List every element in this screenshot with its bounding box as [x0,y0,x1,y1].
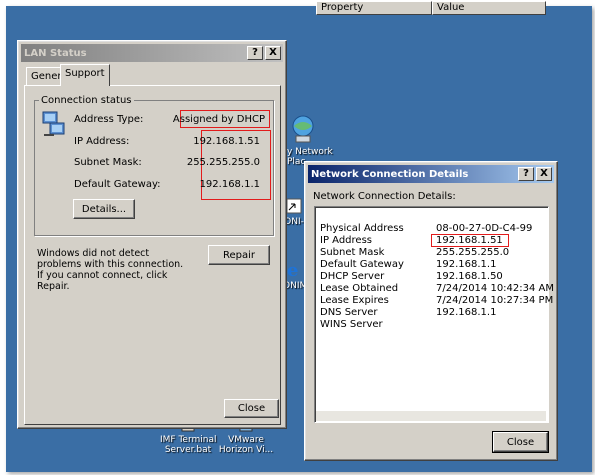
default-gateway-value: 192.168.1.1 [199,179,260,190]
help-button[interactable]: ? [247,46,263,60]
repair-button[interactable]: Repair [208,245,270,265]
list-item[interactable]: Lease Expires [320,295,389,306]
default-gateway-label: Default Gateway: [74,179,161,190]
list-item-value: 192.168.1.50 [436,271,503,282]
svg-text:e: e [287,260,298,278]
list-item[interactable]: DNS Server [320,307,378,318]
internet-explorer-icon: e [287,260,298,281]
list-item[interactable]: Subnet Mask [320,247,384,258]
lan-close-button[interactable]: Close [224,399,279,418]
list-item-value: 192.168.1.1 [436,307,497,318]
desktop-icon-label: IMF Terminal Server.bat [160,435,217,455]
column-header-property[interactable]: Property [316,1,432,15]
list-item[interactable]: DHCP Server [320,271,384,282]
list-item-value: 7/24/2014 10:27:34 PM [436,295,554,306]
list-item[interactable]: Default Gateway [320,259,404,270]
column-header-value[interactable]: Value [432,1,546,15]
address-type-value: Assigned by DHCP [172,114,265,125]
window-title: Network Connection Details [311,168,469,180]
help-button[interactable]: ? [518,167,534,181]
tab-support[interactable]: Support [60,64,110,86]
network-places-icon [292,115,314,143]
details-button[interactable]: Details... [73,199,135,219]
network-details-titlebar[interactable]: Network Connection Details ? X [308,165,554,183]
list-item-value: 7/24/2014 10:42:34 AM [436,283,555,294]
close-window-button[interactable]: X [536,167,552,181]
list-item[interactable]: IP Address [320,235,372,246]
shortcut-icon [286,198,302,214]
group-label: Connection status [39,95,134,106]
lan-status-titlebar[interactable]: LAN Status ? X [21,44,283,62]
ip-address-value: 192.168.1.51 [193,136,260,147]
subnet-mask-label: Subnet Mask: [74,157,142,168]
list-item-value: 192.168.1.1 [436,259,497,270]
subnet-mask-value: 255.255.255.0 [186,157,260,168]
list-item[interactable]: Lease Obtained [320,283,398,294]
network-connection-icon [42,111,65,136]
horizontal-scrollbar[interactable] [316,411,546,421]
desktop-icon-label: VMware Horizon Vi... [218,435,274,455]
details-caption: Network Connection Details: [313,191,456,202]
address-type-label: Address Type: [74,114,144,125]
info-text: Windows did not detect problems with thi… [37,248,184,292]
ip-address-label: IP Address: [74,136,130,147]
list-item-value: 192.168.1.51 [436,235,503,246]
list-item[interactable]: Physical Address [320,223,404,234]
close-window-button[interactable]: X [265,46,281,60]
window-title: LAN Status [24,47,87,59]
desktop-icon-network-places[interactable]: y Network Plac [283,114,333,167]
list-item-value: 08-00-27-0D-C4-99 [436,223,533,234]
list-item-value: 255.255.255.0 [436,247,510,258]
list-item[interactable]: WINS Server [320,319,383,330]
details-close-button[interactable]: Close [492,431,549,453]
